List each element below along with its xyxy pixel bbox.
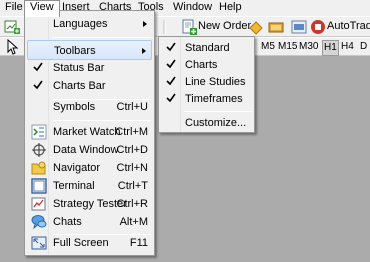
menu-item-languages[interactable]: Languages xyxy=(27,14,152,34)
terminal-icon xyxy=(31,178,47,194)
checkmark-icon xyxy=(166,59,176,69)
crosshair-icon xyxy=(31,142,47,158)
submenu-arrow-icon xyxy=(143,21,147,27)
menu-item-strategy-tester[interactable]: Strategy Tester Ctrl+R xyxy=(27,194,152,214)
strategy-tester-icon xyxy=(31,196,47,212)
view-menu: Languages Toolbars Status Bar Charts Bar… xyxy=(24,10,155,256)
menu-item-label: Status Bar xyxy=(53,62,105,74)
timeframe-h4[interactable]: H4 xyxy=(341,40,354,54)
new-chart-icon[interactable] xyxy=(4,19,20,35)
metaeditor-icon[interactable] xyxy=(248,19,264,35)
menu-item-label: Symbols xyxy=(53,101,96,113)
cursor-icon[interactable] xyxy=(4,38,20,55)
menu-item-charts-bar[interactable]: Charts Bar xyxy=(27,76,152,96)
menu-separator xyxy=(184,111,252,112)
menu-item-terminal[interactable]: Terminal Ctrl+T xyxy=(27,176,152,196)
menu-item-shortcut: Ctrl+R xyxy=(116,198,148,210)
menu-item-symbols[interactable]: Symbols Ctrl+U xyxy=(27,97,152,117)
menu-item-navigator[interactable]: Navigator Ctrl+N xyxy=(27,158,152,178)
options-icon[interactable] xyxy=(291,19,307,35)
menu-item-shortcut: Ctrl+T xyxy=(117,180,148,192)
menu-item-status-bar[interactable]: Status Bar xyxy=(27,58,152,78)
checkmark-icon xyxy=(33,80,43,90)
menu-item-toolbars[interactable]: Toolbars xyxy=(27,40,152,60)
menu-view[interactable]: View xyxy=(24,0,60,17)
submenu-item-customize[interactable]: Customize... xyxy=(161,114,252,132)
menu-item-shortcut: Ctrl+U xyxy=(116,101,148,113)
submenu-item-timeframes[interactable]: Timeframes xyxy=(161,89,252,109)
menu-item-shortcut: Ctrl+D xyxy=(116,144,148,156)
menu-item-label: Languages xyxy=(53,18,108,30)
toolbars-submenu: Standard Charts Line Studies Timeframes … xyxy=(158,36,255,133)
menu-item-shortcut: Ctrl+M xyxy=(115,126,148,138)
autotrading-button[interactable]: AutoTradin xyxy=(324,18,370,36)
full-screen-icon xyxy=(31,235,47,251)
navigator-icon xyxy=(31,160,47,176)
menu-item-label: Charts Bar xyxy=(53,80,106,92)
menu-item-label: Market Watch xyxy=(53,126,121,138)
menu-item-chats[interactable]: Chats Alt+M xyxy=(27,212,152,232)
market-watch-icon xyxy=(31,124,47,140)
new-order-button[interactable]: New Order xyxy=(195,18,254,36)
menu-item-label: Data Window xyxy=(53,144,119,156)
menu-item-label: Full Screen xyxy=(53,237,109,249)
menu-separator xyxy=(53,37,151,38)
menu-item-market-watch[interactable]: Market Watch Ctrl+M xyxy=(27,122,152,142)
menu-item-full-screen[interactable]: Full Screen F11 xyxy=(27,233,152,253)
timeframe-m15[interactable]: M15 xyxy=(278,40,297,54)
menu-item-label: Terminal xyxy=(53,180,95,192)
checkmark-icon xyxy=(33,62,43,72)
menu-item-label: Navigator xyxy=(53,162,101,174)
menu-item-shortcut: F11 xyxy=(129,237,148,249)
checkmark-icon xyxy=(166,93,176,103)
timeframe-m5[interactable]: M5 xyxy=(261,40,275,54)
menu-item-shortcut: Ctrl+N xyxy=(116,162,148,174)
checkmark-icon xyxy=(166,76,176,86)
menu-bar: File View Insert Charts Tools Window Hel… xyxy=(0,0,370,17)
timeframe-d1[interactable]: D xyxy=(360,40,367,54)
menu-item-data-window[interactable]: Data Window Ctrl+D xyxy=(27,140,152,160)
chats-icon xyxy=(31,214,47,230)
menu-item-shortcut: Alt+M xyxy=(119,216,148,228)
submenu-item-label: Timeframes xyxy=(185,93,243,105)
menu-item-label: Chats xyxy=(53,216,82,228)
market-icon[interactable] xyxy=(268,19,284,35)
submenu-arrow-icon xyxy=(142,48,146,54)
checkmark-icon xyxy=(166,42,176,52)
menu-separator xyxy=(53,120,151,121)
timeframe-h1[interactable]: H1 xyxy=(322,40,339,56)
timeframe-m30[interactable]: M30 xyxy=(299,40,318,54)
menu-help[interactable]: Help xyxy=(214,0,247,16)
menu-window[interactable]: Window xyxy=(168,0,217,16)
submenu-item-label: Customize... xyxy=(185,117,247,129)
toolbar-separator-icon xyxy=(163,19,179,35)
